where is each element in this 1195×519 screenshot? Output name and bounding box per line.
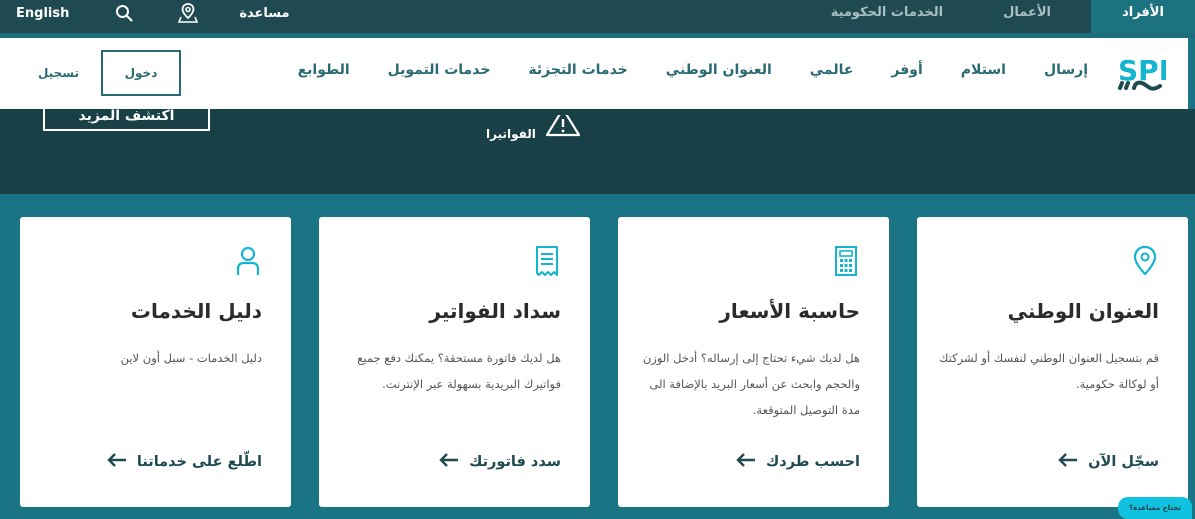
card-link-label: اطّلع على خدماتنا [136, 453, 262, 470]
card-title: سداد الفواتير [429, 299, 561, 323]
hero-alert: الفواتيرا [486, 107, 580, 141]
arrow-left-icon [1058, 452, 1078, 471]
arrow-left-icon [107, 452, 127, 471]
card-link-label: سجّل الآن [1088, 453, 1159, 470]
utility-links: English مساعدة [16, 0, 290, 26]
card-national-address[interactable]: العنوان الوطني قم بتسجيل العنوان الوطني … [917, 217, 1188, 507]
card-services-guide[interactable]: دليل الخدمات دليل الخدمات - سبل أون لاين… [20, 217, 291, 507]
help-link[interactable]: مساعدة [239, 6, 289, 21]
card-price-calculator[interactable]: حاسبة الأسعار هل لديك شيء تحتاج إلى إرسا… [618, 217, 889, 507]
arrow-left-icon [439, 452, 459, 471]
audience-tabs: الأفراد الأعمال الخدمات الحكومية [831, 0, 1195, 33]
card-link[interactable]: سجّل الآن [1058, 452, 1159, 471]
card-bill-payment[interactable]: سداد الفواتير هل لديك فاتورة مستحقة؟ يمك… [319, 217, 590, 507]
nav-item-stamps[interactable]: الطوابع [298, 62, 350, 78]
register-link[interactable]: تسجيل [38, 66, 79, 80]
nav-item-national-address[interactable]: العنوان الوطني [666, 62, 772, 78]
user-icon [233, 244, 263, 278]
tab-business[interactable]: الأعمال [1003, 0, 1091, 33]
nav-item-retail[interactable]: خدمات التجزئة [528, 62, 627, 78]
tab-individuals[interactable]: الأفراد [1091, 0, 1195, 33]
search-icon[interactable] [115, 4, 133, 22]
card-description: هل لديك شيء تحتاج إلى إرساله؟ أدخل الوزن… [642, 351, 860, 417]
discover-more-label: اكتشف المزيد [78, 108, 175, 124]
top-utility-bar: English مساعدة الأفراد الأعمال الخدمات ا… [0, 0, 1195, 38]
spl-logo[interactable]: SPL [1114, 50, 1177, 96]
calculator-icon [831, 244, 861, 278]
nav-menu: إرسال استلام أوفر عالمي العنوان الوطني خ… [298, 62, 1088, 78]
nav-item-receive[interactable]: استلام [961, 62, 1006, 78]
receipt-icon [532, 244, 562, 278]
discover-more-button[interactable]: اكتشف المزيد [43, 105, 210, 131]
tab-government[interactable]: الخدمات الحكومية [831, 0, 1003, 33]
help-chat-bubble[interactable]: تحتاج مساعدة؟ [1118, 497, 1192, 519]
hero-banner: اكتشف المزيد الفواتيرا [0, 105, 1195, 194]
nav-item-international[interactable]: عالمي [810, 62, 854, 78]
warning-icon [545, 107, 580, 141]
card-description: قم بتسجيل العنوان الوطني لنفسك أو لشركتك… [939, 351, 1159, 391]
nav-item-finance[interactable]: خدمات التمويل [388, 62, 491, 78]
location-pin-icon [1130, 244, 1160, 278]
language-toggle[interactable]: English [16, 6, 69, 21]
card-title: العنوان الوطني [1007, 299, 1159, 323]
card-link-label: احسب طردك [766, 453, 860, 470]
card-title: حاسبة الأسعار [719, 299, 860, 323]
arrow-left-icon [736, 452, 756, 471]
main-navigation: SPL إرسال استلام أوفر عالمي العنوان الوط… [0, 38, 1188, 109]
card-title: دليل الخدمات [130, 299, 262, 323]
card-link[interactable]: احسب طردك [736, 452, 860, 471]
nav-item-offer[interactable]: أوفر [891, 62, 922, 78]
card-description: هل لديك فاتورة مستحقة؟ يمكنك دفع جميع فو… [357, 351, 561, 391]
map-pin-icon[interactable] [177, 2, 199, 24]
card-link[interactable]: سدد فاتورتك [439, 452, 561, 471]
card-description: دليل الخدمات - سبل أون لاين [120, 351, 262, 365]
card-link-label: سدد فاتورتك [469, 453, 561, 470]
card-link[interactable]: اطّلع على خدماتنا [107, 452, 262, 471]
alert-text: الفواتيرا [486, 127, 536, 141]
login-button[interactable]: دخول [101, 50, 181, 96]
nav-item-send[interactable]: إرسال [1044, 62, 1088, 78]
